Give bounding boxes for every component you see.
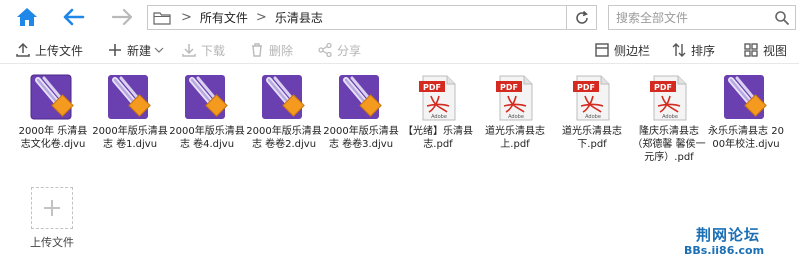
view-label: 视图 xyxy=(763,43,788,58)
sort-label: 排序 xyxy=(691,43,716,58)
file-name: 隆庆乐清县志（郑德馨 馨侯一元序）.pdf xyxy=(632,126,706,163)
file-grid: 2000年 乐清县志文化卷.djvu 2000年版乐清县志 卷1.djvu 20 xyxy=(0,70,799,265)
plus-icon xyxy=(44,200,60,216)
pdf-file-icon: PDF Adobe xyxy=(646,74,692,122)
sort-icon xyxy=(670,41,688,59)
share-button[interactable]: 分享 xyxy=(316,40,361,60)
svg-text:PDF: PDF xyxy=(423,83,441,92)
djvu-file-icon xyxy=(30,74,76,122)
djvu-file-icon xyxy=(107,74,153,122)
pdf-file-icon: PDF Adobe xyxy=(415,74,461,122)
file-name: 2000年版乐清县志 卷4.djvu xyxy=(169,126,245,150)
svg-text:Adobe: Adobe xyxy=(431,114,447,120)
upload-button[interactable]: 上传文件 xyxy=(14,40,83,60)
download-icon xyxy=(180,41,198,59)
watermark-url: BBs.ii86.com xyxy=(684,244,765,257)
share-icon xyxy=(316,41,334,59)
back-button[interactable] xyxy=(60,4,88,30)
file-item[interactable]: 永乐乐清县志 2000年校注.djvu xyxy=(707,70,785,182)
file-name: 永乐乐清县志 2000年校注.djvu xyxy=(708,126,784,150)
delete-button[interactable]: 删除 xyxy=(248,40,293,60)
refresh-button[interactable] xyxy=(567,5,597,30)
grid-view-icon xyxy=(742,41,760,59)
watermark-title: 荆网论坛 xyxy=(696,226,761,244)
search-input[interactable] xyxy=(616,7,771,28)
djvu-file-icon xyxy=(338,74,384,122)
plus-icon xyxy=(106,41,124,59)
back-arrow-icon xyxy=(63,8,85,26)
breadcrumb-separator: > xyxy=(255,10,267,25)
watermark-logo: 荆网论坛 BBs.ii86.com xyxy=(684,224,794,260)
svg-text:Adobe: Adobe xyxy=(585,114,601,120)
forward-arrow-icon xyxy=(111,8,133,26)
file-name: 【光绪】乐清县志.pdf xyxy=(403,126,473,150)
file-item[interactable]: 2000年版乐清县志 卷卷2.djvu xyxy=(245,70,323,182)
pdf-file-icon: PDF Adobe xyxy=(569,74,615,122)
file-name: 2000年版乐清县志 卷卷3.djvu xyxy=(323,126,399,150)
djvu-file-icon xyxy=(184,74,230,122)
forward-button[interactable] xyxy=(108,4,136,30)
djvu-file-icon xyxy=(723,74,769,122)
upload-icon xyxy=(14,41,32,59)
file-item[interactable]: 2000年版乐清县志 卷卷3.djvu xyxy=(322,70,400,182)
home-icon xyxy=(17,8,37,26)
upload-tile-button[interactable] xyxy=(31,187,73,229)
file-item[interactable]: PDF Adobe 道光乐清县志 下.pdf xyxy=(553,70,631,182)
file-item[interactable]: 2000年版乐清县志 卷1.djvu xyxy=(91,70,169,182)
sidebar-toggle-button[interactable]: 侧边栏 xyxy=(593,40,650,60)
breadcrumb-separator: > xyxy=(181,10,192,25)
address-bar[interactable]: > 所有文件 > 乐清县志 xyxy=(147,5,567,30)
search-icon[interactable] xyxy=(774,10,790,26)
trash-icon xyxy=(248,41,266,59)
share-label: 分享 xyxy=(337,43,362,58)
sidebar-label: 侧边栏 xyxy=(614,43,651,58)
refresh-icon xyxy=(575,10,588,24)
search-box[interactable] xyxy=(608,5,796,30)
svg-text:PDF: PDF xyxy=(654,83,672,92)
file-name: 道光乐清县志 上.pdf xyxy=(485,126,545,150)
file-item[interactable]: PDF Adobe 隆庆乐清县志（郑德馨 馨侯一元序）.pdf xyxy=(630,70,708,182)
svg-text:Adobe: Adobe xyxy=(508,114,524,120)
breadcrumb-current-folder[interactable]: 乐清县志 xyxy=(275,9,323,26)
folder-icon xyxy=(153,10,173,26)
breadcrumb-all-files[interactable]: 所有文件 xyxy=(200,9,248,26)
file-item[interactable]: 2000年版乐清县志 卷4.djvu xyxy=(168,70,246,182)
file-name: 2000年版乐清县志 卷1.djvu xyxy=(92,126,168,150)
sort-button[interactable]: 排序 xyxy=(670,40,715,60)
file-name: 2000年版乐清县志 卷卷2.djvu xyxy=(246,126,322,150)
toolbar: 上传文件 新建 下载 删除 分享 侧边栏 排序 视图 xyxy=(0,36,799,64)
navigation-bar: > 所有文件 > 乐清县志 xyxy=(0,0,799,35)
pdf-file-icon: PDF Adobe xyxy=(492,74,538,122)
chevron-down-icon xyxy=(154,47,164,53)
file-item[interactable]: PDF Adobe 【光绪】乐清县志.pdf xyxy=(399,70,477,182)
sidebar-icon xyxy=(593,41,611,59)
file-item[interactable]: 2000年 乐清县志文化卷.djvu xyxy=(14,70,92,182)
file-name: 道光乐清县志 下.pdf xyxy=(562,126,622,150)
file-name: 2000年 乐清县志文化卷.djvu xyxy=(18,126,88,150)
delete-label: 删除 xyxy=(269,43,294,58)
new-button[interactable]: 新建 xyxy=(106,40,164,60)
upload-tile-label[interactable]: 上传文件 xyxy=(18,234,86,250)
view-button[interactable]: 视图 xyxy=(742,40,787,60)
home-button[interactable] xyxy=(13,4,41,30)
upload-label: 上传文件 xyxy=(35,43,84,58)
file-item[interactable]: PDF Adobe 道光乐清县志 上.pdf xyxy=(476,70,554,182)
download-label: 下载 xyxy=(201,43,226,58)
download-button[interactable]: 下载 xyxy=(180,40,225,60)
djvu-file-icon xyxy=(261,74,307,122)
svg-text:Adobe: Adobe xyxy=(662,114,678,120)
svg-text:PDF: PDF xyxy=(577,83,595,92)
new-label: 新建 xyxy=(127,43,152,58)
svg-text:PDF: PDF xyxy=(500,83,518,92)
